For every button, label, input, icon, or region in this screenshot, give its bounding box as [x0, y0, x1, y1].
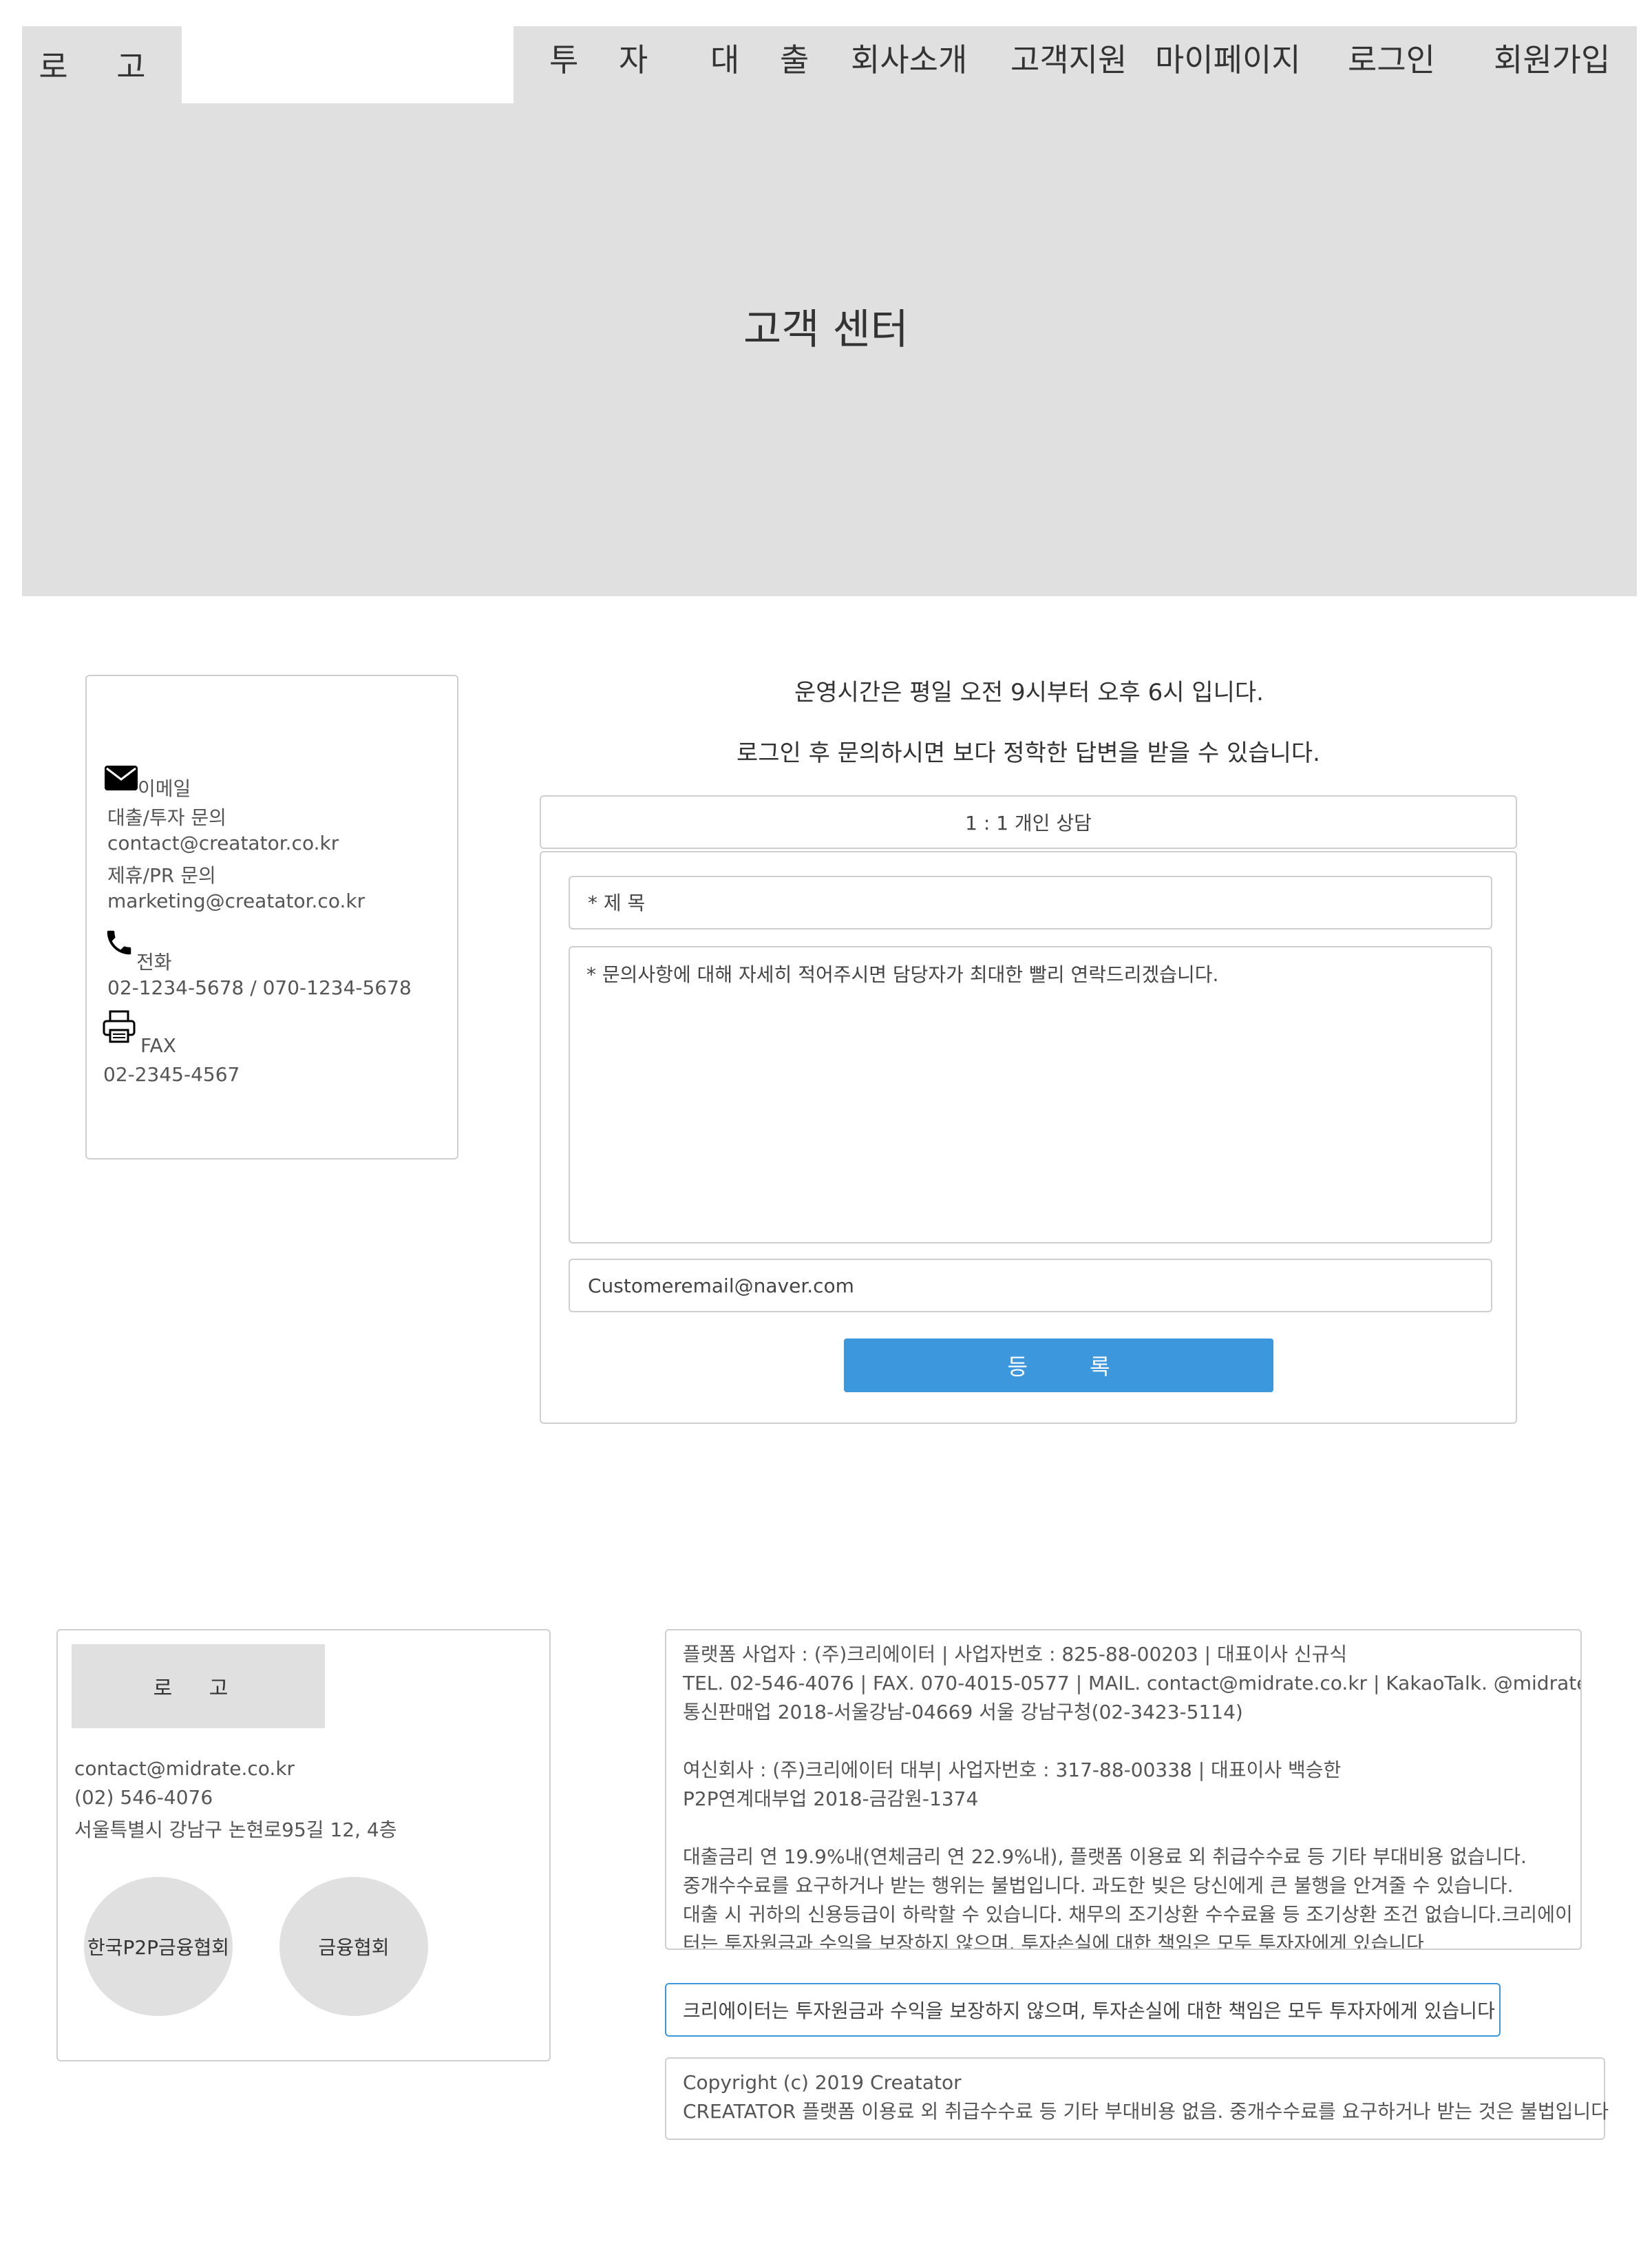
message-textarea[interactable]	[569, 946, 1492, 1243]
nav-login[interactable]: 로그인	[1348, 36, 1435, 84]
footer-company-info: 플랫폼 사업자 : (주)크리에이터 | 사업자번호 : 825-88-0020…	[665, 1629, 1582, 1950]
hours-notice: 운영시간은 평일 오전 9시부터 오후 6시 입니다.	[794, 679, 1264, 706]
phone-icon	[107, 930, 131, 955]
subject-input[interactable]	[569, 876, 1492, 930]
investment-warning: 크리에이터는 투자원금과 수익을 보장하지 않으며, 투자손실에 대한 책임은 …	[665, 1983, 1501, 2037]
footer-address: 서울특별시 강남구 논현로95길 12, 4층	[74, 1818, 397, 1841]
nav-support[interactable]: 고객지원	[1010, 36, 1127, 84]
info-line: 중개수수료를 요구하거나 받는 행위는 불법입니다. 과도한 빚은 당신에게 큰…	[683, 1874, 1514, 1897]
fax-number: 02-2345-4567	[103, 1063, 240, 1086]
footer-phone: (02) 546-4076	[74, 1786, 213, 1809]
copyright-note: CREATATOR 플랫폼 이용료 외 취급수수료 등 기타 부대비용 없음. …	[683, 2100, 1609, 2123]
info-line: 터는 투자원금과 수익을 보장하지 않으며, 투자손실에 대한 책임은 모두 투…	[683, 1932, 1424, 1950]
info-line: TEL. 02-546-4076 | FAX. 070-4015-0577 | …	[683, 1672, 1582, 1694]
info-line: P2P연계대부업 2018-금감원-1374	[683, 1787, 979, 1810]
tab-personal-consult[interactable]: 1 : 1 개인 상담	[540, 795, 1517, 849]
footer-email[interactable]: contact@midrate.co.kr	[74, 1757, 295, 1780]
page-title: 고객 센터	[743, 306, 909, 354]
info-spacer	[683, 1727, 1564, 1756]
header-logo[interactable]: 로 고	[22, 26, 182, 103]
footer-copyright: Copyright (c) 2019 Creatator CREATATOR 플…	[665, 2057, 1609, 2140]
copyright-text: Copyright (c) 2019 Creatator	[683, 2071, 962, 2094]
loan-invest-label: 대출/투자 문의	[107, 806, 226, 829]
submit-button[interactable]: 등 록	[844, 1338, 1273, 1392]
badge-p2p-association[interactable]: 한국P2P금융협회	[84, 1877, 233, 2016]
phone-numbers[interactable]: 02-1234-5678 / 070-1234-5678	[107, 976, 412, 999]
email-input[interactable]	[569, 1259, 1492, 1312]
nav-signup[interactable]: 회원가입	[1494, 36, 1610, 84]
badge-finance-association[interactable]: 금융협회	[279, 1877, 428, 2016]
phone-label: 전화	[136, 951, 172, 974]
info-line: 통신판매업 2018-서울강남-04669 서울 강남구청(02-3423-51…	[683, 1701, 1243, 1723]
footer-logo[interactable]: 로 고	[72, 1644, 325, 1728]
info-line: 여신회사 : (주)크리에이터 대부| 사업자번호 : 317-88-00338…	[683, 1758, 1342, 1781]
pr-email[interactable]: marketing@creatator.co.kr	[107, 890, 365, 912]
header-logo-spacer	[182, 26, 513, 103]
pr-label: 제휴/PR 문의	[107, 864, 216, 887]
nav-loan[interactable]: 대 출	[710, 36, 824, 84]
fax-label: FAX	[140, 1034, 176, 1057]
fax-icon	[103, 1010, 136, 1043]
mail-icon	[105, 766, 138, 790]
nav-invest[interactable]: 투 자	[549, 36, 663, 84]
email-label: 이메일	[138, 777, 191, 800]
loan-invest-email[interactable]: contact@creatator.co.kr	[107, 832, 339, 854]
login-hint: 로그인 후 문의하시면 보다 정학한 답변을 받을 수 있습니다.	[737, 739, 1320, 767]
nav-mypage[interactable]: 마이페이지	[1155, 36, 1301, 84]
info-line: 대출금리 연 19.9%내(연체금리 연 22.9%내), 플랫폼 이용료 외 …	[683, 1845, 1527, 1868]
nav-company[interactable]: 회사소개	[851, 36, 967, 84]
info-spacer	[683, 1814, 1564, 1842]
info-line: 플랫폼 사업자 : (주)크리에이터 | 사업자번호 : 825-88-0020…	[683, 1643, 1348, 1666]
info-line: 대출 시 귀하의 신용등급이 하락할 수 있습니다. 채무의 조기상환 수수료율…	[683, 1903, 1573, 1926]
contact-card	[85, 675, 458, 1159]
